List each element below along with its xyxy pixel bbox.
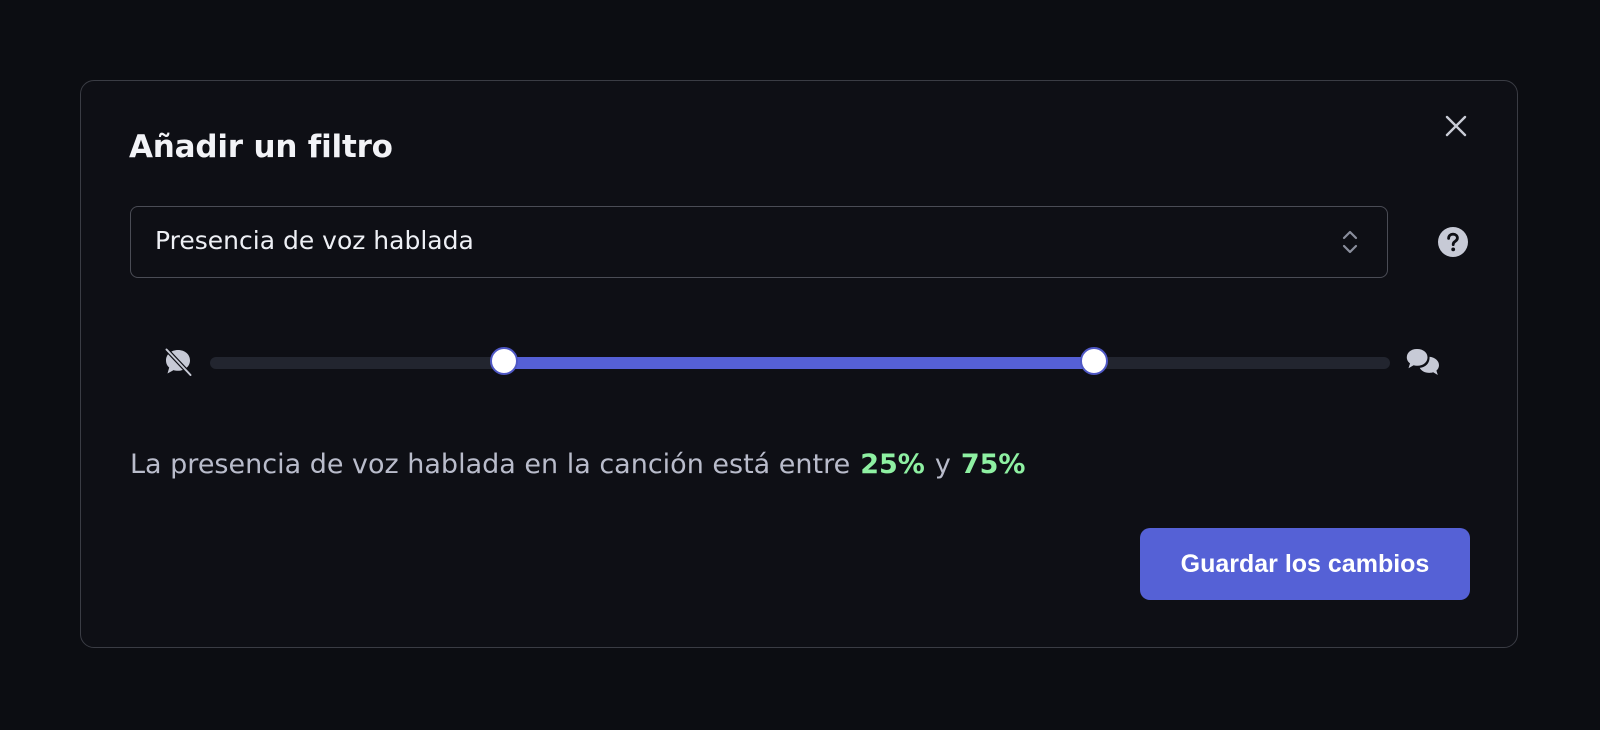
speech-icon-wrap: [1405, 346, 1441, 378]
summary-connector: y: [934, 449, 951, 480]
dialog-title: Añadir un filtro: [129, 129, 393, 165]
no-speech-icon: [164, 347, 193, 378]
close-icon: [1445, 115, 1467, 137]
range-slider-fill: [505, 357, 1095, 369]
summary-low-value: 25%: [860, 449, 925, 480]
range-slider-track[interactable]: [210, 347, 1390, 375]
filter-type-value: Presencia de voz hablada: [155, 226, 474, 255]
save-changes-button[interactable]: Guardar los cambios: [1140, 528, 1470, 600]
summary-high-value: 75%: [960, 449, 1026, 480]
help-button[interactable]: [1437, 226, 1469, 258]
range-summary: La presencia de voz hablada en la canció…: [130, 449, 1025, 480]
range-slider-high-thumb[interactable]: [1080, 347, 1108, 375]
speech-bubbles-icon: [1406, 349, 1439, 375]
help-circle-icon: [1438, 227, 1468, 257]
no-speech-icon-wrap: [162, 346, 194, 378]
filter-type-select[interactable]: Presencia de voz hablada: [130, 206, 1388, 278]
summary-text: La presencia de voz hablada en la canció…: [130, 449, 851, 480]
close-button[interactable]: [1442, 112, 1470, 140]
chevron-up-down-icon: [1342, 230, 1358, 254]
range-slider-low-thumb[interactable]: [490, 347, 518, 375]
